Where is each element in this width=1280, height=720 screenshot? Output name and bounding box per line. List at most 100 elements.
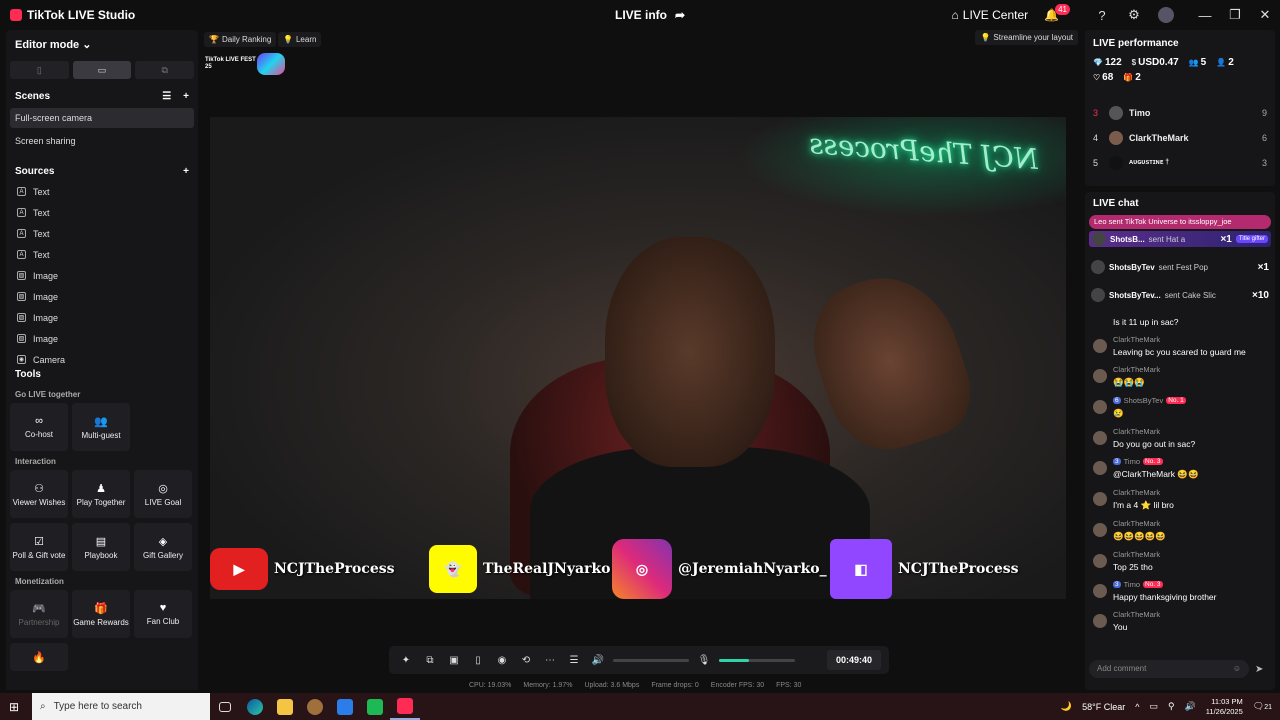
mic-slider[interactable] <box>719 658 795 662</box>
scene-item-screen-sharing[interactable]: Screen sharing <box>6 131 198 151</box>
settings-button[interactable]: ⚙ <box>1126 7 1142 23</box>
play-together-button[interactable]: ♟ Play Together <box>72 470 130 518</box>
gift-gallery-button[interactable]: ◈ Gift Gallery <box>134 523 192 571</box>
viewer-wishes-button[interactable]: ⚇ Viewer Wishes <box>10 470 68 518</box>
chat-message[interactable]: ClarkTheMark Top 25 tho <box>1085 550 1275 572</box>
chat-message[interactable]: ClarkTheMark I'm a 4 ⭐ lil bro <box>1085 488 1275 511</box>
chat-message[interactable]: ClarkTheMark 😆😆😆😆😆 <box>1085 519 1275 542</box>
daily-ranking-button[interactable]: 🏆 Daily Ranking <box>204 32 277 47</box>
task-view-icon[interactable] <box>210 693 240 720</box>
chat-message[interactable]: ClarkTheMark Do you go out in sac? <box>1085 427 1275 449</box>
rank-name: ᴀᴜɢᴜsᴛɪɴᴇ † <box>1129 159 1170 166</box>
send-icon[interactable]: ➤ <box>1255 664 1263 675</box>
weather-text[interactable]: 58°F Clear <box>1082 702 1125 712</box>
game-rewards-button[interactable]: 🎁 Game Rewards <box>72 590 130 638</box>
source-label: Image <box>33 270 59 281</box>
chat-message[interactable]: 3 Timo No. 3 Happy thanksgiving brother <box>1085 580 1275 602</box>
volume-slider[interactable] <box>613 658 689 662</box>
clock-date: 11/26/2025 <box>1205 706 1243 716</box>
chat-message[interactable]: ClarkTheMark You <box>1085 610 1275 632</box>
notifications-button[interactable]: 🔔 41 <box>1044 3 1078 22</box>
clock[interactable]: 11:03 PM 11/26/2025 <box>1206 697 1243 717</box>
record-icon[interactable]: ◉ <box>493 651 511 669</box>
microphone-icon[interactable]: 🎙 <box>695 651 713 669</box>
camera-switch-icon[interactable]: ⟲ <box>517 651 535 669</box>
more-tool-button[interactable]: 🔥 <box>10 643 68 671</box>
source-item[interactable]: ▨ Image <box>6 286 198 307</box>
chat-author-line: 3 Timo No. 3 <box>1113 457 1199 466</box>
windows-start-icon[interactable]: ⊞ <box>9 700 19 714</box>
add-source-icon[interactable]: + <box>183 166 189 177</box>
source-item[interactable]: ▨ Image <box>6 328 198 349</box>
usd-value: USD0.47 <box>1138 57 1179 68</box>
partnership-button[interactable]: 🎮 Partnership <box>10 590 68 638</box>
avatar-button[interactable] <box>1158 7 1174 23</box>
dual-layout-button[interactable]: ⧉ <box>135 61 195 79</box>
source-item[interactable]: A Text <box>6 181 198 202</box>
magic-wand-icon[interactable]: ✦ <box>397 651 415 669</box>
chat-message[interactable]: 6 ShotsByTev No. 1 😢 <box>1085 396 1275 419</box>
source-item[interactable]: A Text <box>6 244 198 265</box>
source-item[interactable]: ▨ Image <box>6 307 198 328</box>
notification-center-icon[interactable]: 🗨21 <box>1253 701 1272 712</box>
avatar <box>1093 461 1107 475</box>
restore-button[interactable]: ❐ <box>1220 7 1250 23</box>
gift-count: ×1 <box>1257 261 1269 273</box>
multiguest-button[interactable]: 👥 Multi-guest <box>72 403 130 451</box>
close-button[interactable]: ✕ <box>1250 7 1280 23</box>
partnership-label: Partnership <box>18 617 60 627</box>
poll-button[interactable]: ☑ Poll & Gift vote <box>10 523 68 571</box>
adjust-icon[interactable]: ☰ <box>565 651 583 669</box>
chevron-up-icon[interactable]: ^ <box>1135 702 1139 712</box>
file-explorer-icon[interactable] <box>270 693 300 720</box>
edge-icon[interactable] <box>240 693 270 720</box>
usb-icon[interactable]: ⚲ <box>1168 701 1175 712</box>
rank-row[interactable]: 4 ClarkTheMark 6 <box>1085 125 1275 150</box>
scene-item-fullscreen-camera[interactable]: Full-screen camera <box>10 108 194 128</box>
landscape-layout-button[interactable]: ▭ <box>72 61 132 79</box>
chat-text: Do you go out in sac? <box>1113 439 1196 449</box>
live-info-button[interactable]: LIVE info ➦ <box>615 8 685 22</box>
add-source-control-icon[interactable]: ⧉ <box>421 651 439 669</box>
green-app-icon[interactable] <box>360 693 390 720</box>
upload-stat: Upload: 3.6 Mbps <box>584 682 640 689</box>
tiktok-taskbar-icon[interactable] <box>390 693 420 720</box>
network-icon[interactable]: ▭ <box>1149 701 1158 712</box>
live-center-button[interactable]: ⌂ LIVE Center <box>952 8 1029 22</box>
add-comment-input[interactable]: Add comment ☺ <box>1089 660 1249 678</box>
add-scene-icon[interactable]: + <box>183 91 189 102</box>
emoji-icon[interactable]: ☺ <box>1233 664 1241 674</box>
rank-row[interactable]: 3 Timo 9 <box>1085 100 1275 125</box>
sources-title: Sources <box>15 166 55 177</box>
source-item[interactable]: A Text <box>6 202 198 223</box>
live-goal-button[interactable]: ◎ LIVE Goal <box>134 470 192 518</box>
viewer-wishes-label: Viewer Wishes <box>12 497 66 507</box>
scenes-title: Scenes <box>15 91 51 102</box>
playbook-button[interactable]: ▤ Playbook <box>72 523 130 571</box>
fan-club-button[interactable]: ♥ Fan Club <box>134 590 192 638</box>
avatar <box>1093 614 1107 628</box>
phone-icon[interactable]: ▯ <box>469 651 487 669</box>
more-icon[interactable]: ⋯ <box>541 651 559 669</box>
store-icon[interactable] <box>330 693 360 720</box>
chat-message[interactable]: 3 Timo No. 3 @ClarkTheMark 😆😆 <box>1085 457 1275 480</box>
cohost-button[interactable]: ∞ Co-host <box>10 403 68 451</box>
list-icon[interactable]: ☰ <box>162 91 171 102</box>
source-item[interactable]: ▨ Image <box>6 265 198 286</box>
portrait-layout-button[interactable]: ▯ <box>10 61 69 79</box>
monkey-app-icon[interactable] <box>300 693 330 720</box>
source-item[interactable]: A Text <box>6 223 198 244</box>
chat-message[interactable]: ClarkTheMark Leaving bc you scared to gua… <box>1085 335 1275 357</box>
speaker-icon[interactable]: 🔊 <box>589 651 607 669</box>
streamline-button[interactable]: 💡 Streamline your layout <box>975 30 1078 45</box>
rank-row[interactable]: 5 ᴀᴜɢᴜsᴛɪɴᴇ † 3 <box>1085 150 1275 175</box>
taskbar-search[interactable]: ⌕ Type here to search <box>32 693 210 720</box>
screen-icon[interactable]: ▣ <box>445 651 463 669</box>
minimize-button[interactable]: — <box>1190 8 1220 23</box>
chat-message[interactable]: ClarkTheMark 😭😭😭 <box>1085 365 1275 388</box>
learn-button[interactable]: 💡 Learn <box>278 32 322 47</box>
help-button[interactable]: ? <box>1094 7 1110 23</box>
editor-mode-dropdown[interactable]: Editor mode ⌄ <box>6 30 198 59</box>
volume-icon[interactable]: 🔊 <box>1185 701 1196 712</box>
stream-preview[interactable]: NCJ TheProcess ▶ NCJTheProcess 👻 TheReal… <box>210 117 1066 599</box>
